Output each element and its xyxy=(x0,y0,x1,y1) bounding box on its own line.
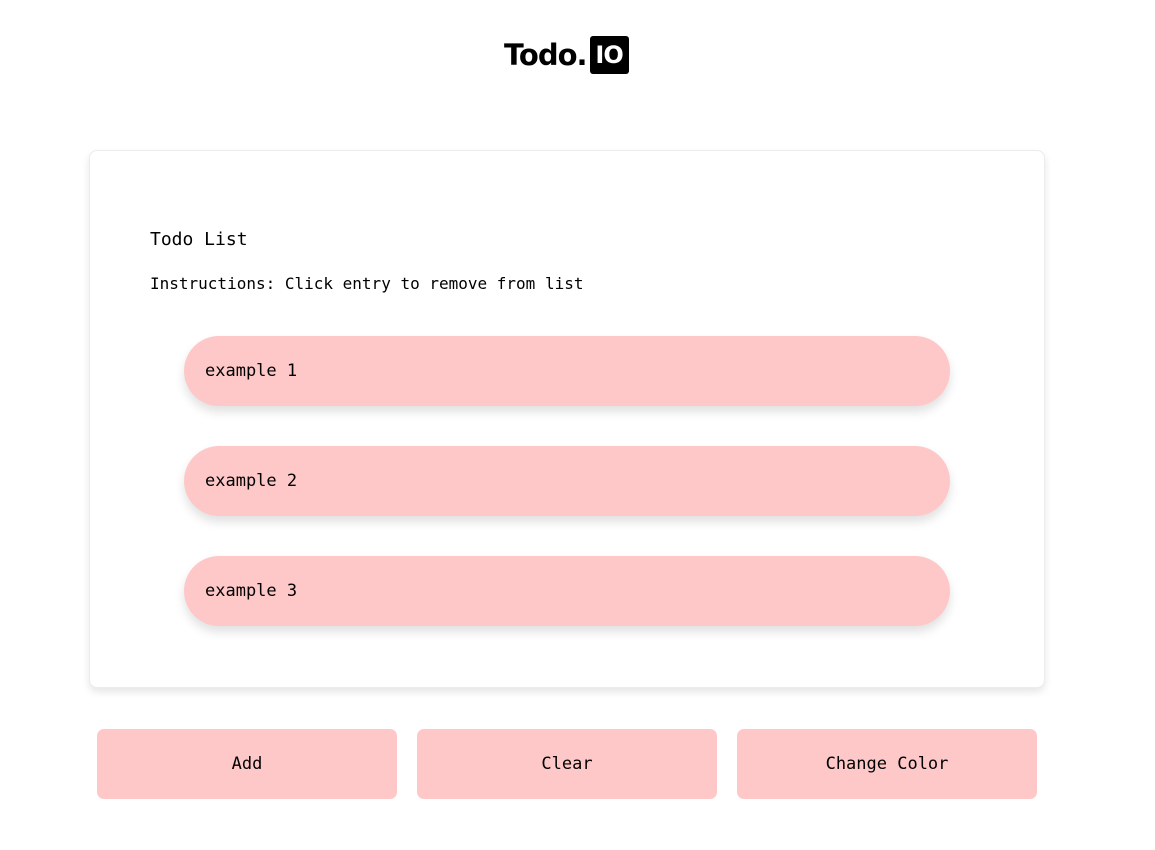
todo-item[interactable]: example 3 xyxy=(184,556,950,626)
todo-list: example 1 example 2 example 3 xyxy=(184,336,950,666)
app-logo: Todo. IO xyxy=(504,36,629,74)
logo-text: Todo. xyxy=(504,38,588,72)
todo-item[interactable]: example 1 xyxy=(184,336,950,406)
todo-item[interactable]: example 2 xyxy=(184,446,950,516)
add-button[interactable]: Add xyxy=(97,729,397,799)
clear-button[interactable]: Clear xyxy=(417,729,717,799)
todo-card: Todo List Instructions: Click entry to r… xyxy=(89,150,1045,688)
action-bar: Add Clear Change Color xyxy=(97,729,1037,799)
card-title: Todo List xyxy=(150,229,248,250)
logo-badge: IO xyxy=(589,36,629,74)
instructions-text: Instructions: Click entry to remove from… xyxy=(150,274,584,293)
change-color-button[interactable]: Change Color xyxy=(737,729,1037,799)
